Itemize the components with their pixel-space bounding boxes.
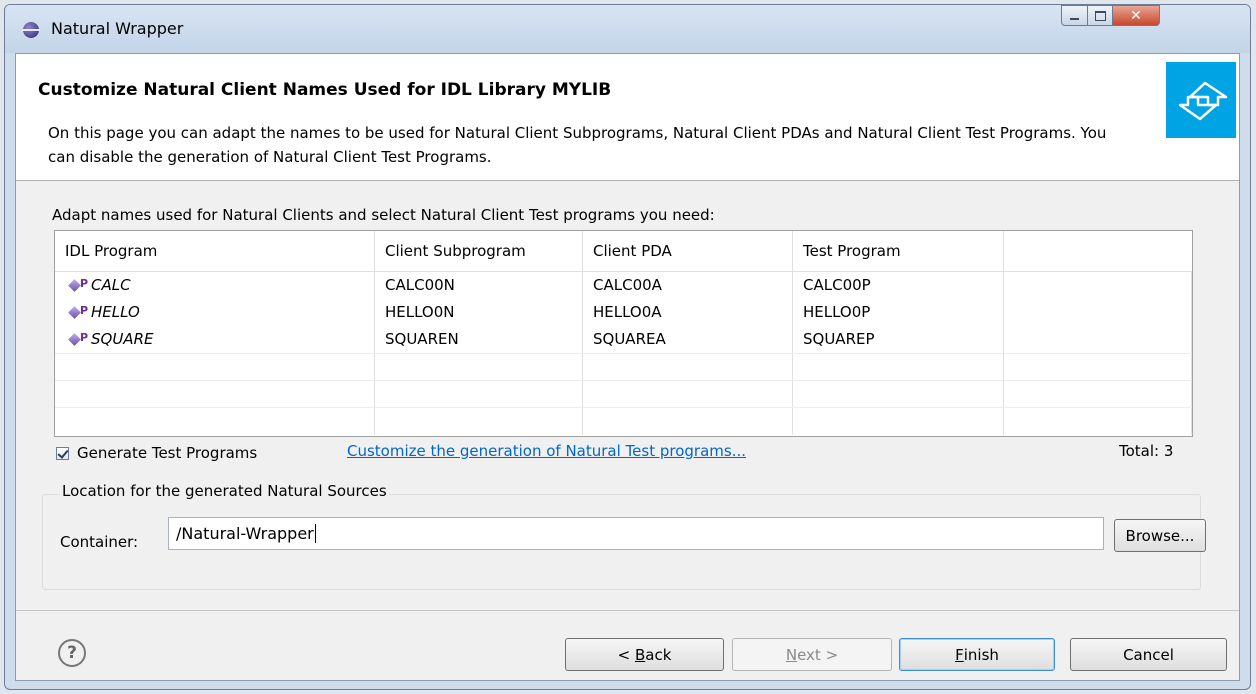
client-pda-cell[interactable]: CALC00A xyxy=(583,272,793,299)
generate-test-programs-label[interactable]: Generate Test Programs xyxy=(77,444,257,462)
empty-cell xyxy=(1004,354,1192,381)
title-bar[interactable]: Natural Wrapper ✕ xyxy=(5,5,1250,53)
test-program-cell[interactable]: SQUAREP xyxy=(793,326,1004,353)
next-button: Next > xyxy=(732,638,892,671)
empty-cell xyxy=(55,354,375,381)
table-row[interactable]: P SQUARE SQUAREN SQUAREA SQUAREP xyxy=(55,326,1192,353)
browse-button[interactable]: Browse... xyxy=(1114,519,1206,552)
client-subprogram-cell[interactable]: CALC00N xyxy=(375,272,583,299)
wizard-banner: Customize Natural Client Names Used for … xyxy=(16,54,1239,181)
client-subprogram-cell[interactable]: SQUAREN xyxy=(375,326,583,353)
container-input[interactable]: /Natural-Wrapper xyxy=(168,517,1104,550)
minimize-button[interactable] xyxy=(1061,5,1088,26)
column-header-client-pda[interactable]: Client PDA xyxy=(583,231,793,271)
location-group-label: Location for the generated Natural Sourc… xyxy=(60,482,389,500)
empty-cell xyxy=(793,408,1004,435)
wizard-body: Customize Natural Client Names Used for … xyxy=(15,53,1240,681)
empty-cell xyxy=(583,408,793,435)
filler-cell xyxy=(1004,272,1192,299)
generate-test-programs-checkbox[interactable]: Generate Test Programs xyxy=(56,442,257,464)
eclipse-app-icon xyxy=(22,22,40,38)
empty-cell xyxy=(375,408,583,435)
container-value: /Natural-Wrapper xyxy=(176,524,314,543)
table-row[interactable]: P HELLO HELLO0N HELLO0A HELLO0P xyxy=(55,299,1192,326)
table-caption: Adapt names used for Natural Clients and… xyxy=(52,206,715,224)
empty-cell xyxy=(793,381,1004,408)
idl-program-cell[interactable]: P HELLO xyxy=(55,299,375,326)
table-row[interactable]: P CALC CALC00N CALC00A CALC00P xyxy=(55,272,1192,299)
idl-program-cell[interactable]: P SQUARE xyxy=(55,326,375,353)
page-description: On this page you can adapt the names to … xyxy=(48,124,1107,166)
column-header-test-program[interactable]: Test Program xyxy=(793,231,1004,271)
program-icon: P xyxy=(68,330,89,346)
wrapper-arrows-icon xyxy=(1166,62,1236,138)
maximize-icon xyxy=(1094,10,1106,21)
column-header-client-subprogram[interactable]: Client Subprogram xyxy=(375,231,583,271)
empty-cell xyxy=(55,408,375,435)
program-icon: P xyxy=(68,276,89,292)
client-pda-cell[interactable]: HELLO0A xyxy=(583,299,793,326)
idl-program-name: HELLO xyxy=(91,303,140,321)
client-pda-cell[interactable]: SQUAREA xyxy=(583,326,793,353)
empty-cell xyxy=(583,354,793,381)
empty-cell xyxy=(793,354,1004,381)
maximize-button[interactable] xyxy=(1087,5,1113,26)
text-caret xyxy=(314,524,316,543)
help-icon[interactable]: ? xyxy=(58,639,86,667)
wizard-window: Natural Wrapper ✕ Customize Natural Clie… xyxy=(4,4,1251,690)
empty-table-row xyxy=(55,407,1192,435)
empty-cell xyxy=(375,381,583,408)
idl-program-cell[interactable]: P CALC xyxy=(55,272,375,299)
finish-button[interactable]: Finish xyxy=(899,638,1055,671)
filler-cell xyxy=(1004,326,1192,353)
column-header-idl-program[interactable]: IDL Program xyxy=(55,231,375,271)
close-icon: ✕ xyxy=(1130,7,1142,24)
empty-cell xyxy=(583,381,793,408)
empty-cell xyxy=(1004,381,1192,408)
filler-cell xyxy=(1004,299,1192,326)
checkbox-checked-icon[interactable] xyxy=(56,446,69,460)
table-header: IDL Program Client Subprogram Client PDA… xyxy=(55,231,1192,272)
minimize-icon xyxy=(1070,17,1079,20)
test-program-cell[interactable]: HELLO0P xyxy=(793,299,1004,326)
program-icon: P xyxy=(68,303,89,319)
client-names-table: IDL Program Client Subprogram Client PDA… xyxy=(54,230,1193,437)
column-header-filler xyxy=(1004,231,1192,271)
button-bar-separator xyxy=(16,610,1239,611)
empty-cell xyxy=(55,381,375,408)
total-count: Total: 3 xyxy=(1119,442,1174,460)
test-program-cell[interactable]: CALC00P xyxy=(793,272,1004,299)
empty-cell xyxy=(375,354,583,381)
empty-table-row xyxy=(55,353,1192,381)
client-subprogram-cell[interactable]: HELLO0N xyxy=(375,299,583,326)
idl-program-name: CALC xyxy=(91,276,131,294)
customize-test-generation-link[interactable]: Customize the generation of Natural Test… xyxy=(347,442,746,460)
back-button[interactable]: < Back xyxy=(565,638,724,671)
empty-table-row xyxy=(55,380,1192,408)
cancel-button[interactable]: Cancel xyxy=(1070,638,1227,671)
idl-program-name: SQUARE xyxy=(91,330,154,348)
window-title: Natural Wrapper xyxy=(51,19,184,38)
page-title: Customize Natural Client Names Used for … xyxy=(38,80,612,100)
empty-cell xyxy=(1004,408,1192,435)
close-button[interactable]: ✕ xyxy=(1112,5,1160,26)
container-label: Container: xyxy=(60,533,139,551)
